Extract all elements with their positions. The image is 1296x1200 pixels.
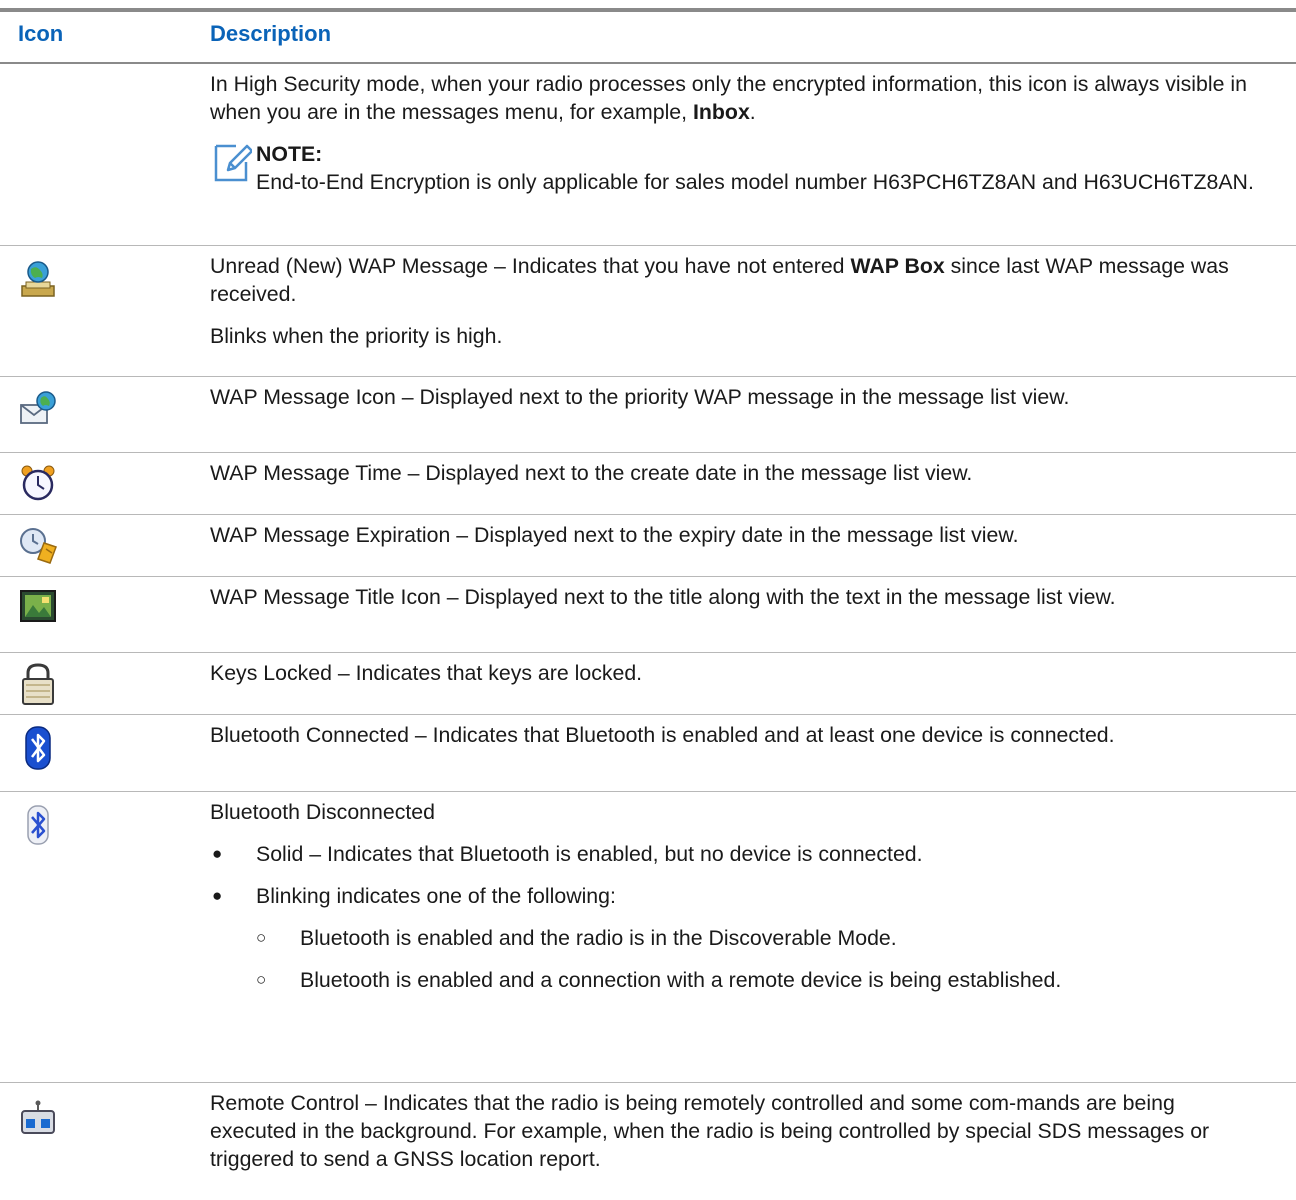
sub-list-item: ○ Bluetooth is enabled and the radio is i…: [256, 926, 897, 950]
description-text-2: Blinks when the priority is high.: [210, 324, 503, 348]
description-cell: In High Security mode, when your radio p…: [210, 70, 1266, 196]
list-item: ● Blinking indicates one of the following…: [212, 884, 616, 908]
table-row-wap-title: WAP Message Title Icon – Displayed next …: [0, 577, 1296, 653]
wap-message-icon: [20, 391, 56, 424]
description-cell: Remote Control – Indicates that the radi…: [210, 1091, 1210, 1171]
remote-control-icon: [21, 1100, 55, 1134]
description-cell: Unread (New) WAP Message – Indicates tha…: [210, 252, 1266, 350]
clock-expiration-icon: [20, 528, 57, 564]
description-title: Bluetooth Disconnected: [210, 800, 435, 824]
table-row-wap-expiration: WAP Message Expiration – Displayed next …: [0, 515, 1296, 577]
table-row-wap-time: WAP Message Time – Displayed next to the…: [0, 453, 1296, 515]
header-description: Description: [210, 21, 332, 46]
sub-list-item: ○ Bluetooth is enabled and a connection w…: [256, 968, 1062, 992]
table-row-wap-message: WAP Message Icon – Displayed next to the…: [0, 377, 1296, 453]
table-row-keys-locked: Keys Locked – Indicates that keys are lo…: [0, 653, 1296, 715]
title-image-icon: [20, 590, 56, 622]
table-row-remote-control: Remote Control – Indicates that the radi…: [0, 1083, 1296, 1200]
note-heading: NOTE:: [256, 142, 323, 166]
bluetooth-disconnected-icon: [27, 805, 49, 845]
table-row-unread-wap: Unread (New) WAP Message – Indicates tha…: [0, 246, 1296, 377]
table-header: Icon Description: [0, 12, 1296, 64]
header-icon: Icon: [18, 21, 64, 46]
description-cell: WAP Message Icon – Displayed next to the…: [210, 385, 1070, 409]
description-cell: Bluetooth Connected – Indicates that Blu…: [210, 723, 1115, 747]
padlock-icon: [22, 663, 54, 705]
description-cell: WAP Message Title Icon – Displayed next …: [210, 585, 1116, 609]
description-cell: Keys Locked – Indicates that keys are lo…: [210, 661, 643, 685]
bluetooth-connected-icon: [25, 726, 51, 770]
list-item: ● Solid – Indicates that Bluetooth is ena…: [212, 842, 923, 866]
description-text: In High Security mode, when your radio p…: [210, 72, 1247, 124]
description-cell: WAP Message Expiration – Displayed next …: [210, 523, 1019, 547]
table-row-bluetooth-disconnected: Bluetooth Disconnected ● Solid – Indicate…: [0, 792, 1296, 1083]
wap-inbox-icon: [21, 261, 55, 297]
note-box: NOTE: End-to-End Encryption is only appl…: [210, 140, 1266, 196]
note-text: End-to-End Encryption is only applicable…: [256, 170, 1254, 194]
note-pencil-icon: [214, 144, 252, 182]
description-text: Unread (New) WAP Message – Indicates tha…: [210, 254, 1229, 306]
table-row-bluetooth-connected: Bluetooth Connected – Indicates that Blu…: [0, 715, 1296, 792]
description-cell: Bluetooth Disconnected ● Solid – Indicate…: [210, 798, 1266, 994]
table-row-high-security: In High Security mode, when your radio p…: [0, 64, 1296, 246]
alarm-clock-icon: [21, 465, 55, 501]
description-cell: WAP Message Time – Displayed next to the…: [210, 461, 973, 485]
